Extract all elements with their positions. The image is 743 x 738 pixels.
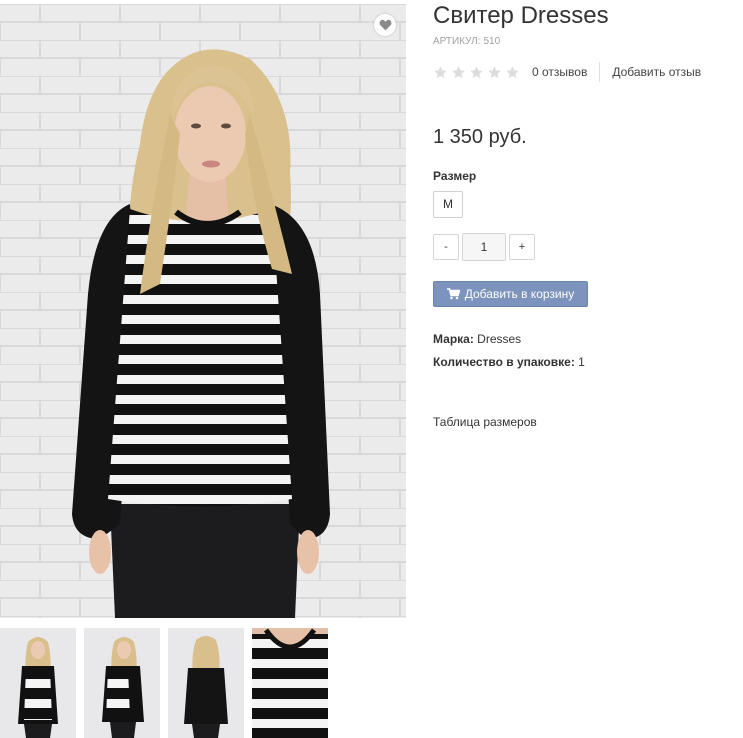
- star-icon: [506, 65, 519, 78]
- wishlist-button[interactable]: [374, 14, 396, 36]
- property-key: Марка:: [433, 332, 474, 346]
- quantity-input[interactable]: [462, 233, 506, 261]
- product-properties: Марка: Dresses Количество в упаковке: 1: [433, 331, 585, 377]
- star-icon: [488, 65, 501, 78]
- quantity-stepper: - +: [433, 233, 535, 261]
- size-label: Размер: [433, 169, 477, 183]
- thumbnail-front[interactable]: [0, 628, 76, 738]
- property-key: Количество в упаковке:: [433, 355, 575, 369]
- product-price: 1 350 руб.: [433, 126, 527, 148]
- size-option-m[interactable]: M: [433, 191, 463, 218]
- cart-icon: [446, 288, 460, 300]
- thumbnail-image: [0, 628, 76, 738]
- property-value: 1: [578, 355, 585, 369]
- sku-value: 510: [483, 36, 501, 47]
- quantity-decrease-button[interactable]: -: [433, 234, 459, 260]
- product-sku: АРТИКУЛ: 510: [433, 36, 500, 47]
- sku-label: АРТИКУЛ:: [433, 36, 481, 47]
- rating-row: 0 отзывов Добавить отзыв: [433, 62, 701, 82]
- property-value: Dresses: [477, 332, 522, 346]
- add-to-cart-button[interactable]: Добавить в корзину: [433, 281, 588, 307]
- heart-icon: [379, 19, 391, 31]
- property-pack-quantity: Количество в упаковке: 1: [433, 354, 585, 377]
- reviews-count-link[interactable]: 0 отзывов: [532, 62, 601, 82]
- product-title: Свитер Dresses: [433, 2, 609, 29]
- star-icon: [434, 65, 447, 78]
- star-icon: [452, 65, 465, 78]
- property-brand: Марка: Dresses: [433, 331, 585, 354]
- rating-stars[interactable]: [433, 65, 520, 80]
- star-icon: [470, 65, 483, 78]
- product-main-image[interactable]: [0, 4, 406, 618]
- thumbnail-side[interactable]: [84, 628, 160, 738]
- size-table-link[interactable]: Таблица размеров: [433, 415, 537, 429]
- thumbnail-detail[interactable]: [252, 628, 328, 738]
- add-to-cart-label: Добавить в корзину: [464, 287, 575, 301]
- thumbnail-back[interactable]: [168, 628, 244, 738]
- thumbnail-gallery: [0, 628, 328, 738]
- thumbnail-image: [168, 628, 244, 738]
- product-photo: [0, 4, 406, 618]
- add-review-link[interactable]: Добавить отзыв: [600, 65, 701, 79]
- thumbnail-image: [84, 628, 160, 738]
- thumbnail-image: [252, 628, 328, 738]
- quantity-increase-button[interactable]: +: [509, 234, 535, 260]
